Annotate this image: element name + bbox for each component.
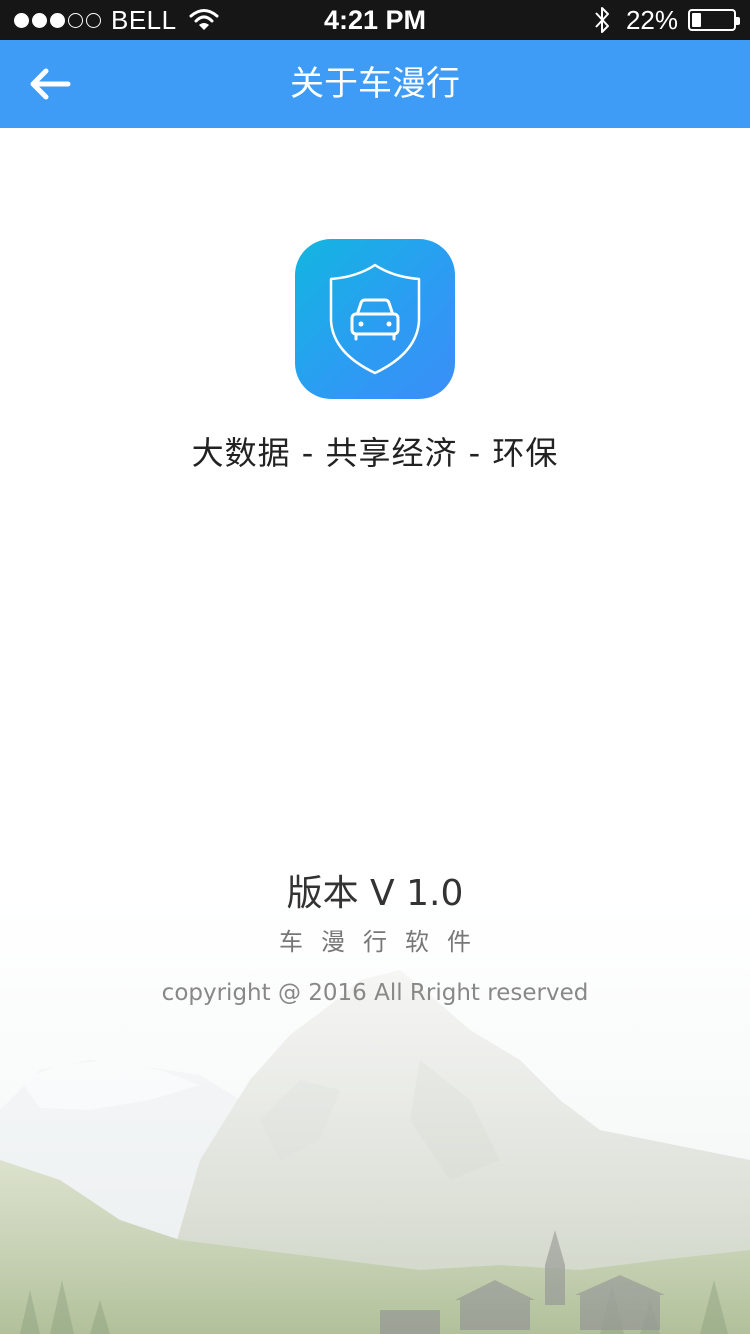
status-bar: BELL 4:21 PM 22% — [0, 0, 750, 40]
app-logo — [295, 239, 455, 399]
software-name: 车漫行软件 — [279, 928, 489, 956]
shield-car-icon — [329, 263, 421, 375]
copyright-text: copyright @ 2016 All Rright reserved — [161, 980, 589, 1006]
about-screen: BELL 4:21 PM 22% 关于车漫行 大数据 - 共享经济 - 环保 版… — [0, 0, 750, 1334]
battery-tip — [736, 17, 740, 25]
app-slogan: 大数据 - 共享经济 - 环保 — [191, 434, 559, 472]
battery-icon — [688, 9, 740, 31]
page-title: 关于车漫行 — [290, 64, 460, 104]
nav-bar: 关于车漫行 — [0, 40, 750, 128]
battery-percent: 22% — [625, 4, 678, 35]
status-right: 22% — [592, 0, 740, 40]
bluetooth-icon — [595, 7, 609, 33]
battery-fill — [692, 13, 701, 27]
version-label: 版本 V 1.0 — [286, 873, 464, 914]
